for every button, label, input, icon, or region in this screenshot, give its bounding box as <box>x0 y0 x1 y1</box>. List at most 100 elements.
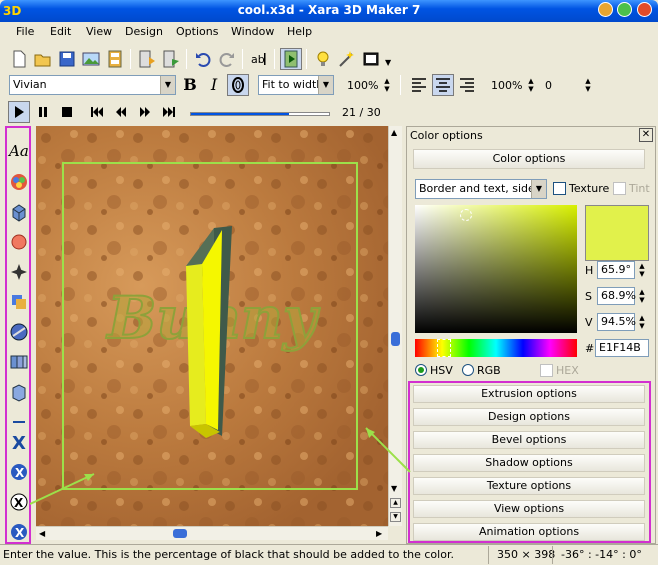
outline-text-icon[interactable] <box>227 74 249 96</box>
close-icon[interactable]: ✕ <box>639 128 653 142</box>
hue-marker[interactable] <box>437 339 451 357</box>
import-image-icon[interactable] <box>80 48 102 70</box>
italic-button[interactable]: I <box>203 74 225 96</box>
chevron-down-icon[interactable]: ▼ <box>318 76 333 94</box>
texture-options-button[interactable]: Texture options <box>413 477 645 495</box>
undo-icon[interactable] <box>192 48 214 70</box>
menu-options[interactable]: Options <box>176 25 218 38</box>
x-rotate-icon[interactable]: X <box>9 432 29 454</box>
vertical-scroll-thumb[interactable] <box>391 332 400 346</box>
bold-button[interactable]: B <box>179 74 201 96</box>
char-spacing-value[interactable]: 0 <box>545 79 552 92</box>
maximize-button[interactable] <box>617 2 632 17</box>
redo-icon[interactable] <box>216 48 238 70</box>
scroll-up-icon[interactable]: ▲ <box>391 128 397 137</box>
picker-crosshair[interactable] <box>460 209 472 221</box>
rotation-angles: -36° : -14° : 0° <box>552 546 642 564</box>
hsv-radio[interactable] <box>415 364 427 376</box>
export-animation-icon[interactable] <box>136 48 158 70</box>
view-tool-icon[interactable] <box>9 382 29 404</box>
previous-frame-icon[interactable] <box>110 101 132 123</box>
page-up-icon[interactable]: ▲ <box>390 498 401 508</box>
value-spinner-icon[interactable]: ▲ ▼ <box>637 314 647 332</box>
open-file-icon[interactable] <box>32 48 54 70</box>
color-target-select[interactable]: Border and text, sides ▼ <box>415 179 547 199</box>
x-flip-icon[interactable]: X <box>9 522 29 544</box>
hex-field[interactable]: E1F14B <box>595 339 649 357</box>
shape-tool-icon[interactable] <box>9 262 29 284</box>
zoom-spinner-icon[interactable]: ▲ ▼ <box>382 77 392 95</box>
animation-tool-icon[interactable] <box>9 352 29 374</box>
new-file-icon[interactable] <box>8 48 30 70</box>
x-swing-icon[interactable]: X <box>9 492 29 514</box>
chevron-down-icon[interactable]: ▼ <box>160 76 175 94</box>
menu-help[interactable]: Help <box>287 25 312 38</box>
x-spin-icon[interactable]: X <box>9 462 29 484</box>
bevel-tool-icon[interactable] <box>9 232 29 254</box>
line-spacing-spinner-icon[interactable]: ▲ ▼ <box>526 77 536 95</box>
last-frame-icon[interactable] <box>158 101 180 123</box>
font-select[interactable]: Vivian ▼ <box>9 75 176 95</box>
export-web-icon[interactable] <box>160 48 182 70</box>
next-frame-icon[interactable] <box>134 101 156 123</box>
hue-spinner-icon[interactable]: ▲ ▼ <box>637 262 647 280</box>
3d-viewport[interactable]: Bunny <box>36 126 388 526</box>
menu-design[interactable]: Design <box>125 25 163 38</box>
saturation-field[interactable]: 68.9% <box>597 287 636 305</box>
menu-view[interactable]: View <box>86 25 112 38</box>
scroll-left-icon[interactable]: ◀ <box>39 529 45 538</box>
rgb-radio[interactable] <box>462 364 474 376</box>
char-spacing-spinner-icon[interactable]: ▲ ▼ <box>583 77 593 95</box>
animation-mode-icon[interactable] <box>280 48 302 70</box>
color-tool-icon[interactable] <box>9 172 29 194</box>
zoom-value[interactable]: 100% <box>347 79 378 92</box>
align-left-icon[interactable] <box>408 74 430 96</box>
minimize-button[interactable] <box>598 2 613 17</box>
extrusion-options-button[interactable]: Extrusion options <box>413 385 645 403</box>
shadow-options-button[interactable]: Shadow options <box>413 454 645 472</box>
color-options-header[interactable]: Color options <box>413 149 645 169</box>
align-center-icon[interactable] <box>432 74 454 96</box>
edit-text-icon[interactable]: ab <box>248 48 270 70</box>
saturation-spinner-icon[interactable]: ▲ ▼ <box>637 288 647 306</box>
export-movie-icon[interactable] <box>104 48 126 70</box>
animation-options-button[interactable]: Animation options <box>413 523 645 541</box>
menu-file[interactable]: File <box>16 25 34 38</box>
save-icon[interactable] <box>56 48 78 70</box>
align-right-icon[interactable] <box>456 74 478 96</box>
vertical-scrollbar[interactable]: ▲ ▼ ▲ ▼ <box>388 126 402 526</box>
extrusion-tool-icon[interactable] <box>9 202 29 224</box>
stop-icon[interactable] <box>56 101 78 123</box>
bevel-options-button[interactable]: Bevel options <box>413 431 645 449</box>
page-down-icon[interactable]: ▼ <box>390 512 401 522</box>
texture-tool-icon[interactable] <box>9 322 29 344</box>
pause-icon[interactable] <box>32 101 54 123</box>
menu-window[interactable]: Window <box>231 25 274 38</box>
play-icon[interactable] <box>8 101 30 123</box>
scroll-right-icon[interactable]: ▶ <box>376 529 382 538</box>
line-spacing-value[interactable]: 100% <box>491 79 522 92</box>
text-tool-icon[interactable]: Aa <box>9 142 29 164</box>
wizard-icon[interactable] <box>336 48 358 70</box>
background-color-icon[interactable] <box>360 48 382 70</box>
shadow-tool-icon[interactable] <box>9 292 29 314</box>
chevron-down-icon[interactable]: ▼ <box>531 180 546 198</box>
texture-checkbox[interactable] <box>553 182 566 195</box>
horizontal-scrollbar[interactable]: ◀ ▶ <box>36 526 388 540</box>
hue-field[interactable]: 65.9° <box>597 261 635 279</box>
horizontal-scroll-thumb[interactable] <box>173 529 187 538</box>
value-field[interactable]: 94.5% <box>597 313 636 331</box>
design-options-button[interactable]: Design options <box>413 408 645 426</box>
view-options-button[interactable]: View options <box>413 500 645 518</box>
tint-checkbox[interactable] <box>613 182 626 195</box>
saturation-value-picker[interactable] <box>415 205 577 333</box>
menu-edit[interactable]: Edit <box>50 25 71 38</box>
fit-select[interactable]: Fit to width ▼ <box>258 75 334 95</box>
chevron-down-icon[interactable]: ▼ <box>385 58 391 67</box>
close-button[interactable] <box>637 2 652 17</box>
scroll-down-icon[interactable]: ▼ <box>391 484 397 493</box>
hex-checkbox[interactable] <box>540 364 553 377</box>
first-frame-icon[interactable] <box>86 101 108 123</box>
selection-tool-icon[interactable] <box>9 412 29 434</box>
light-bulb-icon[interactable] <box>312 48 334 70</box>
